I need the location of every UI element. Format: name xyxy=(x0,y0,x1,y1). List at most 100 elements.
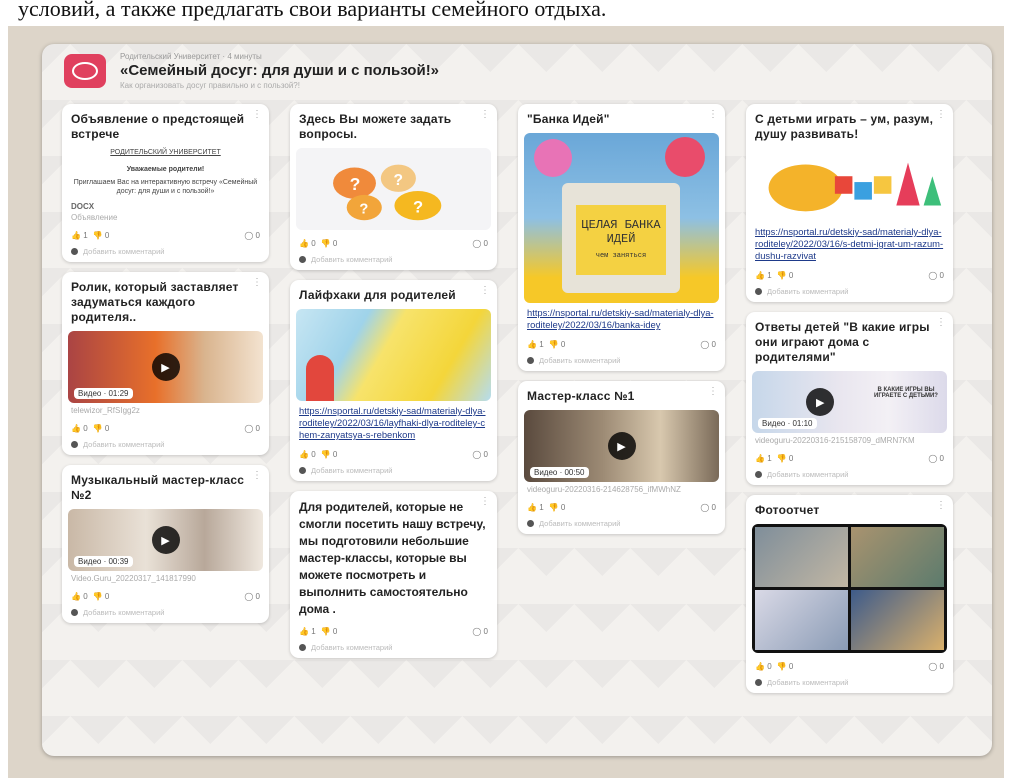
post-card-photo[interactable]: ⋮ Фотоотчет 👍 0 👎 0 ◯ 0 Добавить коммента… xyxy=(746,495,953,693)
post-link[interactable]: https://nsportal.ru/detskiy-sad/material… xyxy=(299,405,488,441)
photo-1[interactable] xyxy=(755,527,848,587)
like-button[interactable]: 👍 0 xyxy=(71,592,88,601)
post-menu-icon[interactable]: ⋮ xyxy=(936,109,946,120)
post-card-lifehacks[interactable]: ⋮ Лайфхаки для родителей https://nsporta… xyxy=(290,280,497,481)
dislike-button[interactable]: 👎 0 xyxy=(321,450,338,459)
dislike-button[interactable]: 👎 0 xyxy=(777,454,794,463)
dislike-button[interactable]: 👎 0 xyxy=(777,662,794,671)
play-icon[interactable]: ▶ xyxy=(151,353,180,381)
photo-4[interactable] xyxy=(851,590,944,650)
like-button[interactable]: 👍 1 xyxy=(755,271,772,280)
reactions-bar: 👍 0 👎 0 ◯ 0 xyxy=(299,236,488,250)
video-thumbnail[interactable]: ▶ В КАКИЕ ИГРЫ ВЫ ИГРАЕТЕ С ДЕТЬМИ? Виде… xyxy=(752,371,947,433)
post-link[interactable]: https://nsportal.ru/detskiy-sad/material… xyxy=(755,226,944,262)
post-menu-icon[interactable]: ⋮ xyxy=(480,109,490,120)
dislike-button[interactable]: 👎 0 xyxy=(93,231,110,240)
photo-2[interactable] xyxy=(851,527,944,587)
play-icon[interactable]: ▶ xyxy=(151,526,180,554)
add-comment[interactable]: Добавить комментарий xyxy=(299,466,488,475)
comment-count-icon[interactable]: ◯ 0 xyxy=(472,627,488,636)
post-card-music[interactable]: ⋮ Музыкальный мастер-класс №2 ▶ Видео · … xyxy=(62,465,269,623)
like-button[interactable]: 👍 0 xyxy=(755,662,772,671)
add-comment[interactable]: Добавить комментарий xyxy=(71,608,260,617)
reactions-bar: 👍 1 👎 0 ◯ 0 xyxy=(527,337,716,351)
add-comment[interactable]: Добавить комментарий xyxy=(71,247,260,256)
comment-count-icon[interactable]: ◯ 0 xyxy=(700,503,716,512)
post-menu-icon[interactable]: ⋮ xyxy=(252,470,262,481)
play-icon[interactable]: ▶ xyxy=(806,388,835,416)
dislike-button[interactable]: 👎 0 xyxy=(321,239,338,248)
like-button[interactable]: 👍 1 xyxy=(755,454,772,463)
add-comment[interactable]: Добавить комментарий xyxy=(527,519,716,528)
dislike-button[interactable]: 👎 0 xyxy=(549,503,566,512)
child-figure xyxy=(306,355,334,401)
board-subtitle: Как организовать досуг правильно и с пол… xyxy=(120,81,300,90)
play-icon[interactable]: ▶ xyxy=(607,432,636,460)
dislike-button[interactable]: 👎 0 xyxy=(321,627,338,636)
video-duration-badge: Видео · 00:50 xyxy=(530,467,589,478)
avatar-icon xyxy=(299,256,306,263)
add-comment[interactable]: Добавить комментарий xyxy=(299,643,488,652)
video-thumbnail[interactable]: ▶ Видео · 00:50 xyxy=(524,410,719,482)
add-comment[interactable]: Добавить комментарий xyxy=(755,470,944,479)
question-bubbles-image[interactable]: ? ? ? ? xyxy=(296,148,491,230)
post-card-video1[interactable]: ⋮ Ролик, который заставляет задуматься к… xyxy=(62,272,269,455)
column-2: ⋮ Здесь Вы можете задать вопросы. ? ? ? … xyxy=(290,104,497,668)
breadcrumb[interactable]: Родительский Университет · 4 минуты xyxy=(120,52,262,61)
comment-count-icon[interactable]: ◯ 0 xyxy=(928,662,944,671)
post-menu-icon[interactable]: ⋮ xyxy=(936,317,946,328)
photo-3[interactable] xyxy=(755,590,848,650)
post-card-note[interactable]: ⋮ Для родителей, которые не смогли посет… xyxy=(290,491,497,658)
video-thumbnail[interactable]: ▶ Видео · 00:39 xyxy=(68,509,263,571)
comment-count-icon[interactable]: ◯ 0 xyxy=(472,450,488,459)
post-card-questions[interactable]: ⋮ Здесь Вы можете задать вопросы. ? ? ? … xyxy=(290,104,497,270)
dislike-button[interactable]: 👎 0 xyxy=(93,424,110,433)
post-menu-icon[interactable]: ⋮ xyxy=(252,109,262,120)
post-menu-icon[interactable]: ⋮ xyxy=(708,386,718,397)
like-button[interactable]: 👍 0 xyxy=(71,424,88,433)
post-menu-icon[interactable]: ⋮ xyxy=(480,285,490,296)
comment-count-icon[interactable]: ◯ 0 xyxy=(928,454,944,463)
add-comment[interactable]: Добавить комментарий xyxy=(527,356,716,365)
comment-count-icon[interactable]: ◯ 0 xyxy=(928,271,944,280)
post-menu-icon[interactable]: ⋮ xyxy=(480,496,490,507)
comment-count-icon[interactable]: ◯ 0 xyxy=(244,592,260,601)
post-card-play[interactable]: ⋮ С детьми играть – ум, разум, душу разв… xyxy=(746,104,953,302)
comment-count-icon[interactable]: ◯ 0 xyxy=(244,231,260,240)
comment-count-icon[interactable]: ◯ 0 xyxy=(700,340,716,349)
post-menu-icon[interactable]: ⋮ xyxy=(936,500,946,511)
post-card-bank[interactable]: ⋮ "Банка Идей" ЦЕЛАЯ БАНКА ИДЕЙ чем заня… xyxy=(518,104,725,371)
comment-count-icon[interactable]: ◯ 0 xyxy=(244,424,260,433)
avatar-icon xyxy=(527,357,534,364)
add-comment[interactable]: Добавить комментарий xyxy=(299,255,488,264)
post-card-answers[interactable]: ⋮ Ответы детей "В какие игры они играют … xyxy=(746,312,953,485)
add-comment[interactable]: Добавить комментарий xyxy=(755,678,944,687)
svg-text:?: ? xyxy=(359,201,368,217)
like-button[interactable]: 👍 1 xyxy=(299,627,316,636)
video-thumbnail[interactable]: ▶ Видео · 01:29 xyxy=(68,331,263,403)
post-card-master1[interactable]: ⋮ Мастер-класс №1 ▶ Видео · 00:50 videog… xyxy=(518,381,725,534)
comment-count-icon[interactable]: ◯ 0 xyxy=(472,239,488,248)
post-title: "Банка Идей" xyxy=(527,112,610,126)
post-title: Музыкальный мастер-класс №2 xyxy=(71,473,245,502)
like-button[interactable]: 👍 0 xyxy=(299,239,316,248)
like-button[interactable]: 👍 1 xyxy=(527,340,544,349)
dislike-button[interactable]: 👎 0 xyxy=(93,592,110,601)
document-preview[interactable]: РОДИТЕЛЬСКИЙ УНИВЕРСИТЕТ Уважаемые родит… xyxy=(71,148,260,196)
like-button[interactable]: 👍 1 xyxy=(527,503,544,512)
dislike-button[interactable]: 👎 0 xyxy=(549,340,566,349)
doc-heading: РОДИТЕЛЬСКИЙ УНИВЕРСИТЕТ xyxy=(110,149,221,156)
post-menu-icon[interactable]: ⋮ xyxy=(252,277,262,288)
post-card-announcement[interactable]: ⋮ Объявление о предстоящей встрече РОДИТ… xyxy=(62,104,269,262)
post-link[interactable]: https://nsportal.ru/detskiy-sad/material… xyxy=(527,307,716,331)
add-comment[interactable]: Добавить комментарий xyxy=(755,287,944,296)
toys-image[interactable] xyxy=(752,148,947,222)
idea-jar-image[interactable]: ЦЕЛАЯ БАНКА ИДЕЙ чем заняться xyxy=(524,133,719,303)
lifehacks-image[interactable] xyxy=(296,309,491,401)
add-comment[interactable]: Добавить комментарий xyxy=(71,440,260,449)
like-button[interactable]: 👍 1 xyxy=(71,231,88,240)
dislike-button[interactable]: 👎 0 xyxy=(777,271,794,280)
like-button[interactable]: 👍 0 xyxy=(299,450,316,459)
post-menu-icon[interactable]: ⋮ xyxy=(708,109,718,120)
photo-collage[interactable] xyxy=(752,524,947,653)
